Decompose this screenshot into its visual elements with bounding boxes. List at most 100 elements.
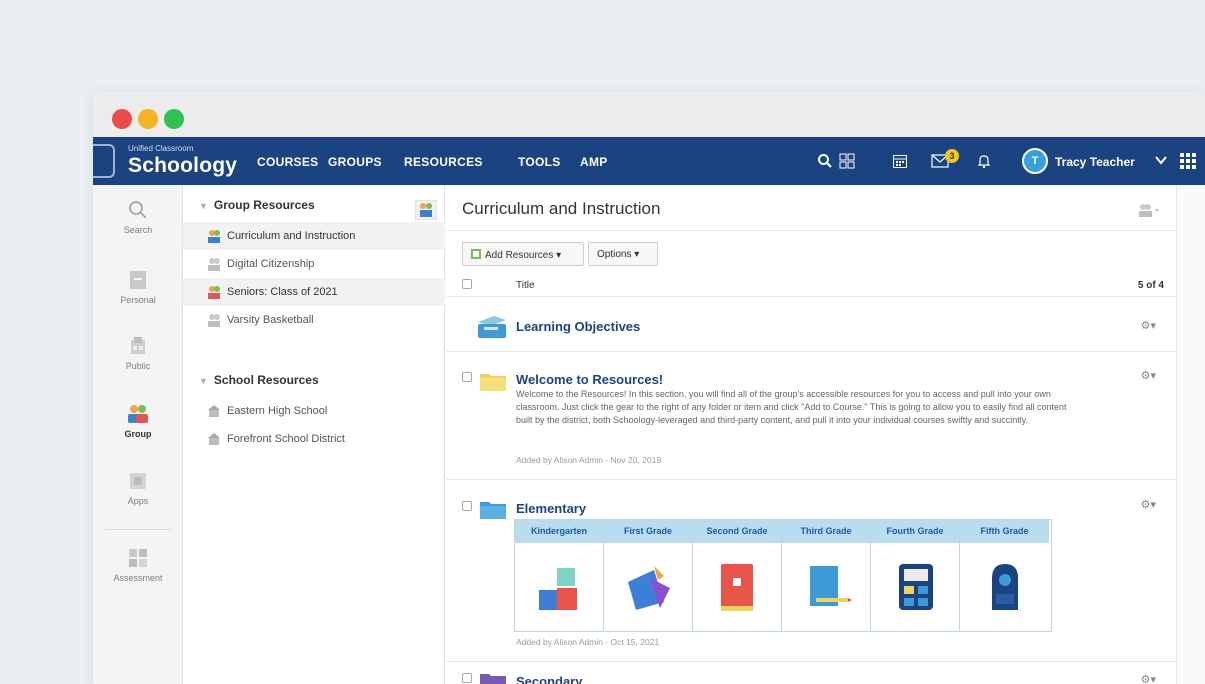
welcome-description: Welcome to the Resources! In this sectio… — [516, 389, 1067, 425]
group-folder-icon — [208, 314, 220, 327]
group-folder-icon — [208, 230, 220, 243]
public-icon — [125, 335, 151, 357]
gear-icon[interactable]: ⚙▾ — [1141, 369, 1156, 382]
book-icon — [721, 564, 753, 611]
tree-item-label: Curriculum and Instruction — [227, 230, 356, 242]
gear-icon[interactable]: ⚙▾ — [1141, 498, 1156, 511]
group-folder-icon — [208, 258, 220, 271]
blocks-icon — [539, 568, 577, 610]
nav-groups[interactable]: GROUPS — [328, 155, 382, 169]
rail-apps[interactable]: Apps — [93, 470, 183, 506]
notifications-bell-icon[interactable] — [973, 150, 995, 172]
nav-amp[interactable]: AMP — [580, 155, 608, 169]
rail-public-label: Public — [125, 361, 151, 371]
close-window-button[interactable] — [112, 109, 132, 129]
page-title: Curriculum and Instruction — [462, 199, 661, 218]
select-all-checkbox[interactable] — [462, 279, 472, 289]
tree-item-varsity-basketball[interactable]: Varsity Basketball — [183, 306, 445, 334]
folder-yellow-icon — [480, 374, 506, 391]
group-menu-icon[interactable] — [1138, 203, 1160, 220]
schoology-logo-icon[interactable] — [93, 144, 115, 178]
grade-first[interactable]: First Grade — [604, 520, 693, 631]
row-checkbox[interactable] — [462, 372, 472, 382]
tree-item-curriculum[interactable]: Curriculum and Instruction — [183, 222, 445, 250]
row-checkbox[interactable] — [462, 673, 472, 683]
minimize-window-button[interactable] — [138, 109, 158, 129]
school-resources-label: School Resources — [213, 373, 319, 387]
browser-window: Unified Classroom Schoology COURSES GROU… — [93, 92, 1205, 684]
group-icon — [414, 199, 438, 221]
add-resource-icon — [471, 249, 481, 259]
grade-second[interactable]: Second Grade — [693, 520, 782, 631]
group-resources-heading[interactable]: ▼ Group Resources — [199, 198, 315, 212]
paper-crafts-icon — [628, 566, 670, 610]
user-avatar[interactable]: T — [1022, 148, 1048, 174]
learning-objectives-icon — [478, 316, 506, 338]
rail-search[interactable]: Search — [93, 199, 183, 235]
row-checkbox[interactable] — [462, 501, 472, 511]
group-resources-label: Group Resources — [213, 198, 315, 212]
grade-fourth[interactable]: Fourth Grade — [871, 520, 960, 631]
add-resources-button[interactable]: Add Resources ▾ — [462, 242, 584, 266]
grade-header[interactable]: First Grade — [604, 520, 692, 543]
gear-icon[interactable]: ⚙▾ — [1141, 319, 1156, 332]
tree-item-seniors[interactable]: Seniors: Class of 2021 — [183, 278, 445, 306]
caret-down-icon: ▼ — [199, 201, 208, 211]
grade-third[interactable]: Third Grade — [782, 520, 871, 631]
tree-item-digital-citizenship[interactable]: Digital Citizenship — [183, 250, 445, 278]
row-divider — [446, 661, 1176, 662]
nav-courses[interactable]: COURSES — [257, 155, 318, 169]
notification-badge: 3 — [945, 149, 959, 163]
grade-header[interactable]: Third Grade — [782, 520, 870, 543]
grade-table: Kindergarten First Grade Second Grade Th… — [514, 519, 1052, 632]
zoom-window-button[interactable] — [164, 109, 184, 129]
calendar-icon[interactable] — [889, 150, 911, 172]
title-divider — [446, 230, 1176, 231]
title-column-header[interactable]: Title — [516, 280, 535, 291]
grade-header[interactable]: Second Grade — [693, 520, 781, 543]
grid-view-icon[interactable] — [836, 150, 858, 172]
elementary-link[interactable]: Elementary — [516, 501, 586, 516]
user-name[interactable]: Tracy Teacher — [1055, 155, 1135, 169]
rail-public[interactable]: Public — [93, 335, 183, 371]
app-launcher-icon[interactable] — [1180, 153, 1196, 174]
nav-tools[interactable]: TOOLS — [518, 155, 561, 169]
assessment-icon — [125, 547, 151, 569]
rail-assessment-label: Assessment — [113, 573, 163, 583]
backpack-icon — [992, 564, 1018, 610]
rail-divider — [105, 529, 171, 530]
tree-group-settings-button[interactable] — [414, 199, 438, 225]
welcome-to-resources-link[interactable]: Welcome to Resources! — [516, 372, 663, 387]
nav-resources[interactable]: RESOURCES — [404, 155, 483, 169]
add-resources-label: Add Resources — [485, 250, 554, 261]
vertical-scrollbar[interactable] — [1176, 185, 1205, 684]
tree-item-forefront-district[interactable]: Forefront School District — [183, 425, 445, 453]
folder-blue-icon — [480, 502, 506, 519]
rail-group[interactable]: Group — [93, 403, 183, 439]
grade-header[interactable]: Fourth Grade — [871, 520, 959, 543]
options-button[interactable]: Options ▾ — [588, 242, 658, 266]
tree-item-label: Forefront School District — [227, 433, 345, 445]
grade-header[interactable]: Fifth Grade — [960, 520, 1049, 543]
personal-icon — [125, 269, 151, 291]
row-divider — [446, 351, 1176, 352]
window-titlebar — [93, 92, 1205, 137]
search-icon[interactable] — [814, 150, 836, 172]
gear-icon[interactable]: ⚙▾ — [1141, 673, 1156, 684]
grade-header[interactable]: Kindergarten — [515, 520, 603, 543]
learning-objectives-link[interactable]: Learning Objectives — [516, 319, 640, 334]
school-resources-heading[interactable]: ▼ School Resources — [199, 373, 319, 387]
grade-kindergarten[interactable]: Kindergarten — [515, 520, 604, 631]
rail-personal-label: Personal — [120, 295, 156, 305]
tree-item-label: Eastern High School — [227, 405, 328, 417]
grade-fifth[interactable]: Fifth Grade — [960, 520, 1049, 631]
logo-title[interactable]: Schoology — [128, 154, 237, 178]
rail-group-label: Group — [124, 429, 152, 439]
secondary-link[interactable]: Secondary — [516, 674, 582, 684]
rail-search-label: Search — [123, 225, 153, 235]
chevron-down-icon[interactable] — [1155, 153, 1167, 171]
tree-item-eastern-high[interactable]: Eastern High School — [183, 397, 445, 425]
folder-purple-icon — [480, 674, 506, 684]
rail-personal[interactable]: Personal — [93, 269, 183, 305]
rail-assessment[interactable]: Assessment — [93, 547, 183, 583]
